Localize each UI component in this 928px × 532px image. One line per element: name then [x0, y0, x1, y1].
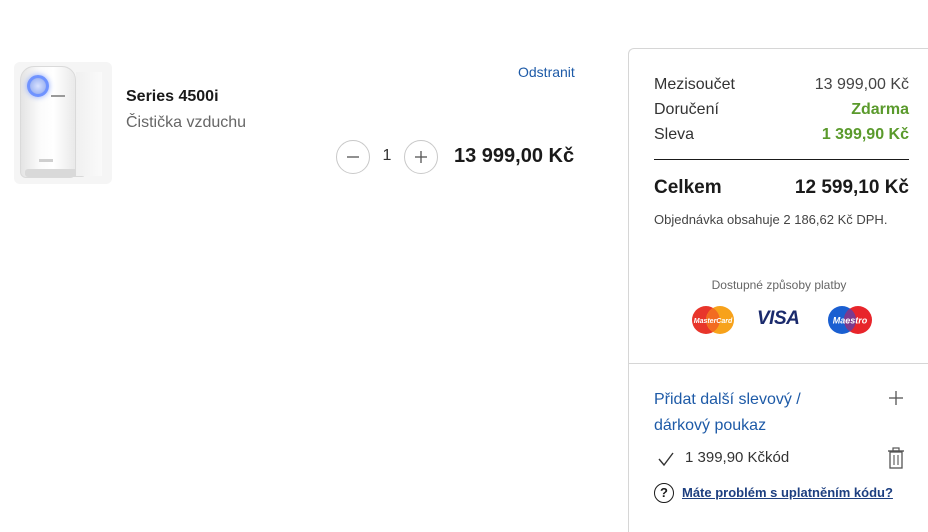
svg-text:Maestro: Maestro — [833, 316, 868, 326]
voucher-help-row: ? Máte problém s uplatněním kódu? — [654, 483, 928, 505]
payment-logos: MasterCard VISA Maestro — [689, 305, 889, 339]
delivery-row: Doručení Zdarma — [654, 101, 909, 119]
purifier-brand-mark — [51, 95, 65, 97]
plus-icon[interactable] — [887, 389, 905, 407]
delivery-label: Doručení — [654, 101, 719, 118]
maestro-icon: Maestro — [828, 306, 872, 334]
purifier-logo — [39, 159, 53, 162]
quantity-value: 1 — [382, 147, 392, 164]
applied-voucher-row: 1 399,90 Kčkód — [657, 447, 917, 471]
product-subtitle: Čistička vzduchu — [126, 114, 247, 131]
plus-icon — [415, 151, 427, 163]
purifier-light-ring — [27, 75, 49, 97]
voucher-section-divider — [629, 363, 928, 364]
air-purifier-icon — [20, 66, 85, 178]
add-voucher-link[interactable]: Přidat další slevový / dárkový poukaz — [654, 387, 854, 439]
quantity-increase-button[interactable] — [404, 140, 438, 174]
voucher-help-link[interactable]: Máte problém s uplatněním kódu? — [682, 485, 893, 500]
product-name[interactable]: Series 4500i — [126, 88, 219, 106]
remove-item-link[interactable]: Odstranit — [518, 64, 575, 80]
trash-icon[interactable] — [886, 447, 906, 469]
minus-icon — [347, 156, 359, 158]
discount-row: Sleva 1 399,90 Kč — [654, 126, 909, 144]
subtotal-value: 13 999,00 Kč — [814, 76, 909, 93]
total-label: Celkem — [654, 177, 722, 198]
summary-divider — [654, 159, 909, 160]
mastercard-icon: MasterCard — [692, 306, 734, 334]
total-row: Celkem 12 599,10 Kč — [654, 177, 909, 199]
total-value: 12 599,10 Kč — [794, 177, 909, 198]
line-item-price: 13 999,00 Kč — [454, 145, 575, 167]
help-icon: ? — [654, 483, 674, 503]
discount-label: Sleva — [654, 126, 695, 143]
check-icon — [658, 452, 674, 467]
discount-value: 1 399,90 Kč — [821, 126, 909, 143]
svg-text:MasterCard: MasterCard — [694, 318, 733, 325]
subtotal-row: Mezisoučet 13 999,00 Kč — [654, 76, 909, 94]
visa-icon: VISA — [757, 308, 800, 329]
order-summary-panel: Mezisoučet 13 999,00 Kč Doručení Zdarma … — [628, 48, 928, 532]
quantity-decrease-button[interactable] — [336, 140, 370, 174]
product-image[interactable] — [14, 62, 112, 184]
vat-note: Objednávka obsahuje 2 186,62 Kč DPH. — [654, 212, 888, 227]
delivery-value: Zdarma — [851, 101, 909, 118]
purifier-side-panel — [76, 72, 102, 176]
payment-methods-title: Dostupné způsoby platby — [711, 278, 847, 292]
applied-voucher-text: 1 399,90 Kčkód — [685, 449, 790, 466]
subtotal-label: Mezisoučet — [654, 76, 735, 93]
